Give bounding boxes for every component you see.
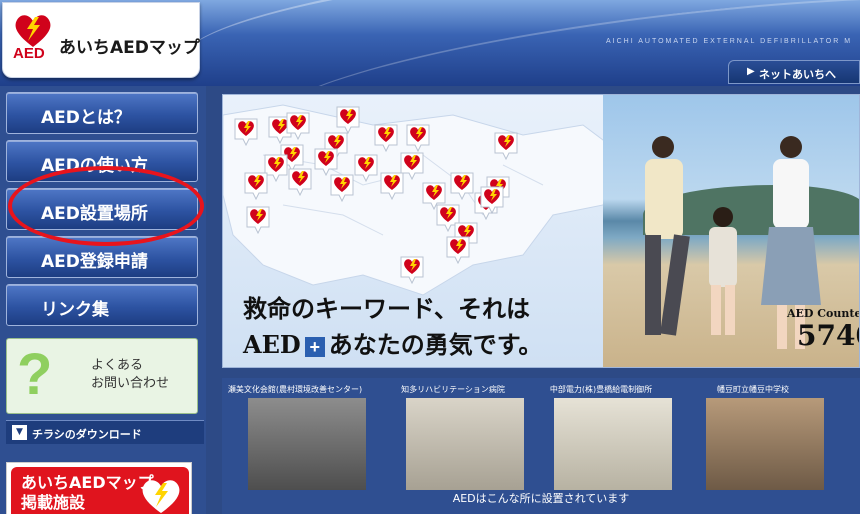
catch-courage: あなたの勇気です。 [328, 330, 543, 359]
photos-footer-caption: AEDはこんな所に設置されています [452, 492, 630, 505]
photo-image [554, 398, 672, 490]
catchphrase-line-1: 救命のキーワード、それは [243, 294, 531, 323]
aed-map-pin-icon [244, 172, 268, 201]
photo-item[interactable]: 中部電力(株)豊橋給電制御所 [528, 384, 674, 492]
flyer-text: あいちAEDマップ 掲載施設 [21, 473, 154, 513]
sidebar: AEDとは？ AEDの使い方 AED設置場所 AED登録申請 リンク集 ? よく… [0, 86, 206, 514]
aed-map-pin-icon [380, 172, 404, 201]
download-label: チラシのダウンロード [32, 428, 142, 441]
photo-caption: 瀬美文化会館(農村環境改善センター) [227, 385, 363, 394]
photo-caption: 中部電力(株)豊橋給電制御所 [549, 385, 653, 394]
faq-line-1: よくある [91, 358, 144, 373]
net-aichi-label: ネットあいちへ [759, 68, 836, 81]
heart-logo-icon [15, 15, 51, 47]
heart-icon [142, 480, 180, 513]
photo-item[interactable]: 幡豆町立幡豆中学校 [680, 384, 826, 492]
site-title: あいちAEDマップ [59, 38, 200, 58]
aed-counter-value: 5740 [797, 319, 859, 352]
sidebar-item-about-aed[interactable]: AEDとは？ [6, 92, 198, 134]
highlight-circle [8, 166, 204, 246]
aed-map-pin-icon [400, 256, 424, 285]
photo-caption: 幡豆町立幡豆中学校 [717, 385, 789, 394]
aed-map-pin-icon [246, 206, 270, 235]
catch-aed: AED [243, 330, 301, 359]
faq-link[interactable]: ? よくある お問い合わせ [6, 338, 198, 414]
flyer-background: あいちAEDマップ 掲載施設 [11, 467, 189, 514]
header-subtitle: AICHI AUTOMATED EXTERNAL DEFIBRILLATOR M [606, 38, 853, 45]
aed-map-pin-icon [446, 236, 470, 265]
flyer-line-1: あいちAEDマップ [21, 473, 154, 492]
photo-item[interactable]: 知多リハビリテーション病院 [380, 384, 526, 492]
installation-photos: 瀬美文化会館(農村環境改善センター) 知多リハビリテーション病院 中部電力(株)… [222, 378, 860, 514]
sidebar-item-label: AED登録申請 [41, 252, 148, 272]
question-mark-icon: ? [17, 342, 53, 407]
aed-map-pin-icon [480, 186, 504, 215]
aed-map-pin-icon [330, 174, 354, 203]
faq-text: よくある お問い合わせ [91, 357, 169, 393]
aed-map-pin-icon [288, 168, 312, 197]
faq-line-2: お問い合わせ [91, 376, 170, 391]
plus-icon: + [304, 336, 325, 357]
aed-map-pin-icon [354, 154, 378, 183]
father-figure [645, 136, 690, 336]
photo-image [406, 398, 524, 490]
photo-image [248, 398, 366, 490]
catchphrase-line-2: AED + あなたの勇気です。 [243, 325, 542, 360]
aed-map-pin-icon [234, 118, 258, 147]
logo-aed-text: AED [13, 45, 45, 62]
photo-image [706, 398, 824, 490]
site-header: AED あいちAEDマップ AICHI AUTOMATED EXTERNAL D… [0, 0, 860, 86]
child-figure [709, 207, 737, 335]
aed-map-pin-icon [286, 112, 310, 141]
photo-caption: 知多リハビリテーション病院 [401, 385, 505, 394]
chevron-down-icon: ▼ [12, 425, 27, 440]
site-logo[interactable]: AED あいちAEDマップ [2, 2, 200, 78]
aed-map-pin-icon [494, 132, 518, 161]
sidebar-item-label: AEDとは？ [41, 108, 131, 128]
flyer-line-2: 掲載施設 [21, 493, 86, 512]
net-aichi-link[interactable]: ▶ ネットあいちへ [728, 60, 860, 84]
hero-banner: 救命のキーワード、それは AED + あなたの勇気です。 AED Counter 5… [222, 94, 860, 368]
download-heading: ▼ チラシのダウンロード [6, 420, 204, 444]
sidebar-item-label: リンク集 [41, 300, 109, 320]
aed-map-pin-icon [406, 124, 430, 153]
aed-map-pin-icon [374, 124, 398, 153]
triangle-right-icon: ▶ [747, 66, 755, 77]
sidebar-item-links[interactable]: リンク集 [6, 284, 198, 326]
aed-map-pin-icon [450, 172, 474, 201]
photo-item[interactable]: 瀬美文化会館(農村環境改善センター) [222, 384, 368, 492]
flyer-banner[interactable]: あいちAEDマップ 掲載施設 [6, 462, 192, 514]
